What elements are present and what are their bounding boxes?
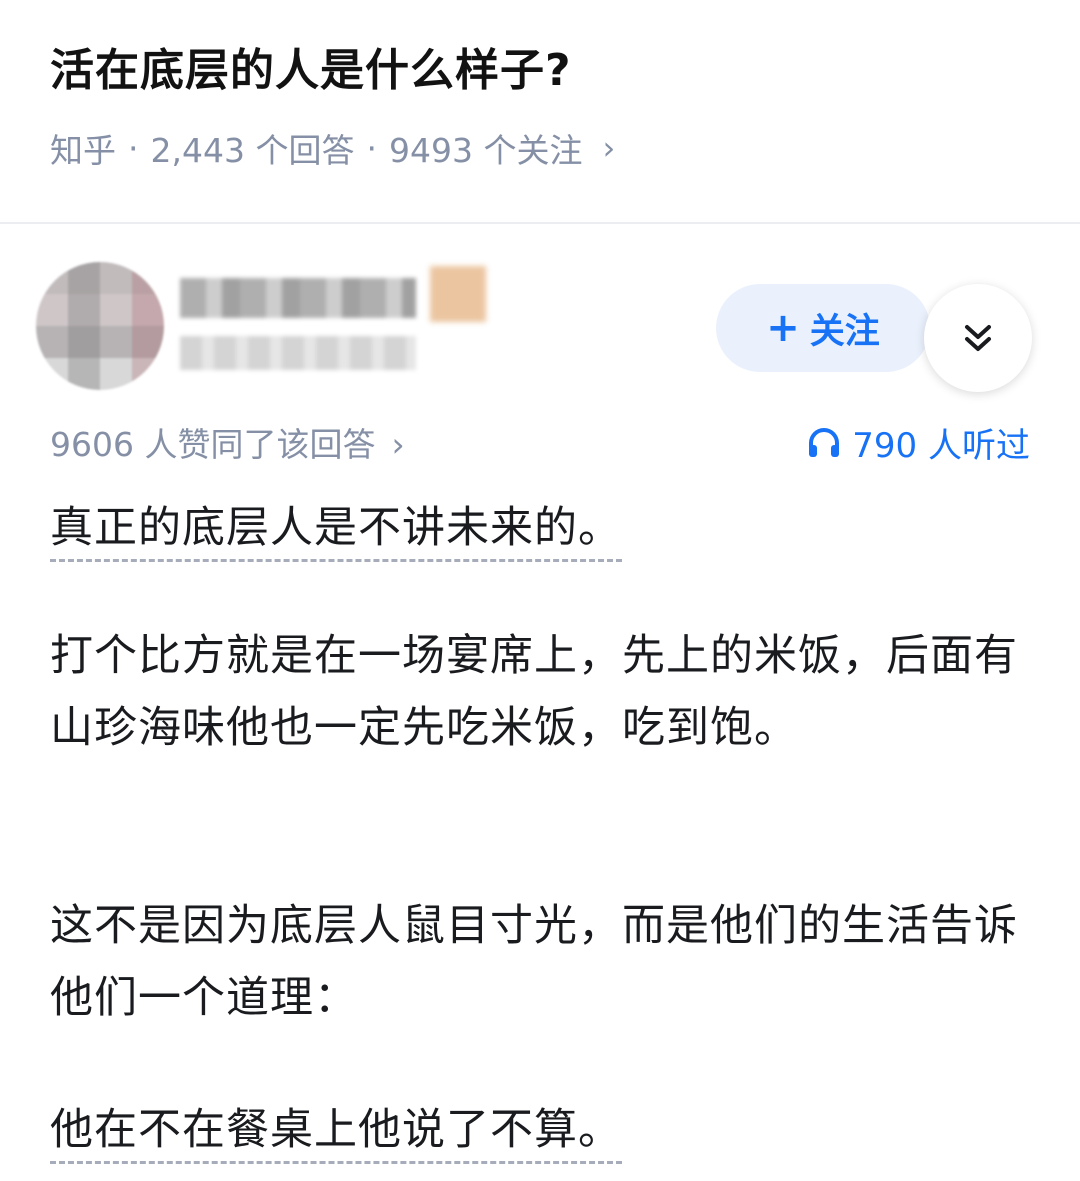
answer-paragraph: 真正的底层人是不讲未来的。 [50,492,1040,564]
answer-page: 活在底层的人是什么样子? 知乎 · 2,443 个回答 · 9493 个关注 ›… [0,0,1080,1181]
collapse-button[interactable] [924,284,1032,392]
meta-separator: · [128,128,139,168]
question-header[interactable]: 活在底层的人是什么样子? 知乎 · 2,443 个回答 · 9493 个关注 › [0,0,1080,224]
highlighted-sentence[interactable]: 他在不在餐桌上他说了不算。 [50,1105,622,1164]
answer-paragraph: 打个比方就是在一场宴席上，先上的米饭，后面有山珍海味他也一定先吃米饭，吃到饱。 [50,631,1018,753]
author-badge-blurred [430,266,486,322]
highlighted-sentence[interactable]: 真正的底层人是不讲未来的。 [50,503,622,562]
question-meta[interactable]: 知乎 · 2,443 个回答 · 9493 个关注 › [50,124,615,172]
author-headline-blurred [180,336,416,370]
avatar[interactable] [36,262,164,390]
source-label: 知乎 [50,131,116,170]
upvote-count[interactable]: 9606 人赞同了该回答 › [50,418,405,466]
upvote-text: 9606 人赞同了该回答 [50,425,376,464]
listen-count[interactable]: 790 人听过 [806,418,1030,467]
answer-paragraph: 这不是因为底层人鼠目寸光，而是他们的生活告诉他们一个道理： [50,901,1018,1023]
answer-paragraph: 他在不在餐桌上他说了不算。 [50,1094,1040,1166]
listen-text: 790 人听过 [852,426,1030,466]
chevron-right-icon: › [602,129,616,167]
chevron-right-icon: › [391,425,405,464]
follow-label: 关注 [809,311,880,352]
follow-button[interactable]: + 关注 [716,284,930,372]
meta-separator: · [366,128,377,168]
follower-count: 9493 个关注 [388,131,583,170]
question-title[interactable]: 活在底层的人是什么样子? [50,34,572,98]
answer-count: 2,443 个回答 [150,131,355,170]
double-chevron-down-icon [965,325,991,351]
author-name-blurred[interactable] [180,278,416,318]
plus-icon: + [766,305,800,351]
headphones-icon [809,427,840,457]
